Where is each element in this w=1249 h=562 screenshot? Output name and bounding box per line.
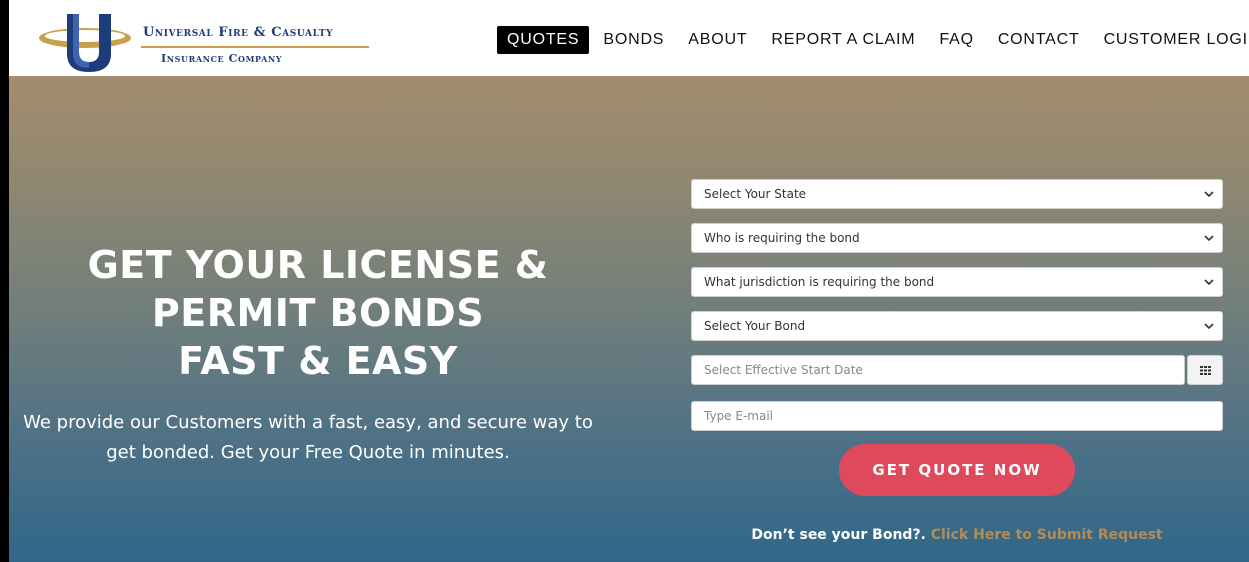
jurisdiction-select-value: What jurisdiction is requiring the bond — [704, 275, 935, 289]
nav-item-customer-login[interactable]: CUSTOMER LOGIN — [1094, 26, 1249, 54]
logo-divider — [141, 46, 369, 48]
logo-emblem-icon — [39, 14, 131, 72]
hero-subtitle: We provide our Customers with a fast, ea… — [23, 412, 593, 463]
nav-item-faq[interactable]: FAQ — [929, 26, 983, 54]
bond-select[interactable]: Select Your Bond — [691, 311, 1223, 341]
submit-request-link[interactable]: Click Here to Submit Request — [931, 527, 1163, 543]
hero-section: GET YOUR LICENSE & PERMIT BONDS FAST & E… — [9, 76, 1249, 562]
chevron-down-icon — [1204, 279, 1214, 286]
hero-title-line: PERMIT BONDS — [151, 291, 485, 335]
hero-title-line: GET YOUR LICENSE & — [87, 243, 549, 287]
logo-name-line1: Universal Fire & Casualty — [143, 25, 334, 40]
calendar-button[interactable] — [1187, 355, 1223, 385]
state-select-value: Select Your State — [704, 187, 807, 201]
hero-title-line: FAST & EASY — [178, 339, 458, 383]
hero-title: GET YOUR LICENSE & PERMIT BONDS FAST & E… — [9, 241, 627, 385]
jurisdiction-select[interactable]: What jurisdiction is requiring the bond — [691, 267, 1223, 297]
email-input[interactable]: Type E-mail — [691, 401, 1223, 431]
requirer-select-value: Who is requiring the bond — [704, 231, 860, 245]
nav-item-bonds[interactable]: BONDS — [593, 26, 674, 54]
nav-item-quotes[interactable]: QUOTES — [497, 26, 590, 54]
chevron-down-icon — [1204, 191, 1214, 198]
get-quote-button[interactable]: GET QUOTE NOW — [839, 444, 1075, 496]
calendar-grid-icon — [1199, 365, 1211, 375]
nav-item-about[interactable]: ABOUT — [678, 26, 757, 54]
email-placeholder: Type E-mail — [704, 409, 773, 423]
chevron-down-icon — [1204, 235, 1214, 242]
state-select[interactable]: Select Your State — [691, 179, 1223, 209]
logo-name-line2: Insurance Company — [161, 52, 283, 65]
request-line: Don’t see your Bond?. Click Here to Subm… — [691, 527, 1223, 543]
browser-viewport: Universal Fire & Casualty Insurance Comp… — [9, 0, 1249, 562]
requirer-select[interactable]: Who is requiring the bond — [691, 223, 1223, 253]
start-date-placeholder: Select Effective Start Date — [704, 363, 863, 377]
nav-item-report-a-claim[interactable]: REPORT A CLAIM — [761, 26, 925, 54]
request-prompt: Don’t see your Bond?. — [751, 527, 926, 543]
site-header: Universal Fire & Casualty Insurance Comp… — [9, 0, 1249, 76]
nav-item-contact[interactable]: CONTACT — [988, 26, 1090, 54]
bond-select-value: Select Your Bond — [704, 319, 806, 333]
chevron-down-icon — [1204, 323, 1214, 330]
main-nav: QUOTES BONDS ABOUT REPORT A CLAIM FAQ CO… — [497, 24, 1249, 56]
company-logo[interactable]: Universal Fire & Casualty Insurance Comp… — [37, 12, 377, 74]
start-date-input[interactable]: Select Effective Start Date — [691, 355, 1185, 385]
